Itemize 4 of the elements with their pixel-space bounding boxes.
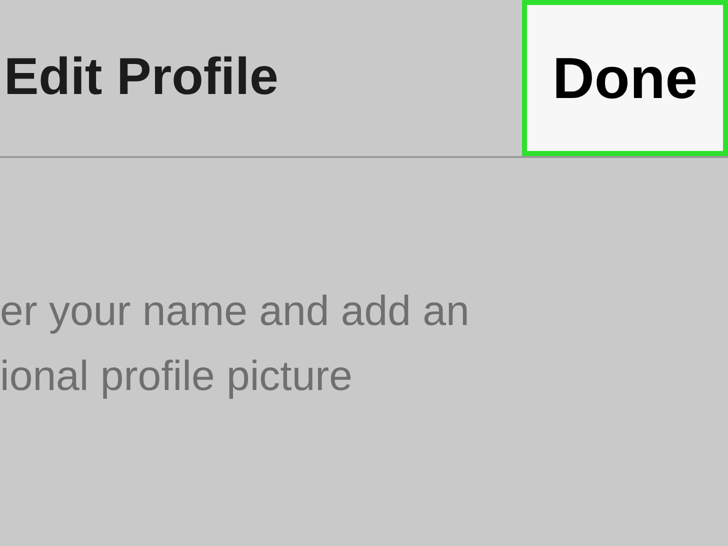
instruction-text: ional profile picture <box>0 351 354 401</box>
done-button[interactable]: Done <box>522 0 728 156</box>
instruction-text: er your name and add an <box>0 286 470 336</box>
screen-title: Edit Profile <box>3 47 278 107</box>
